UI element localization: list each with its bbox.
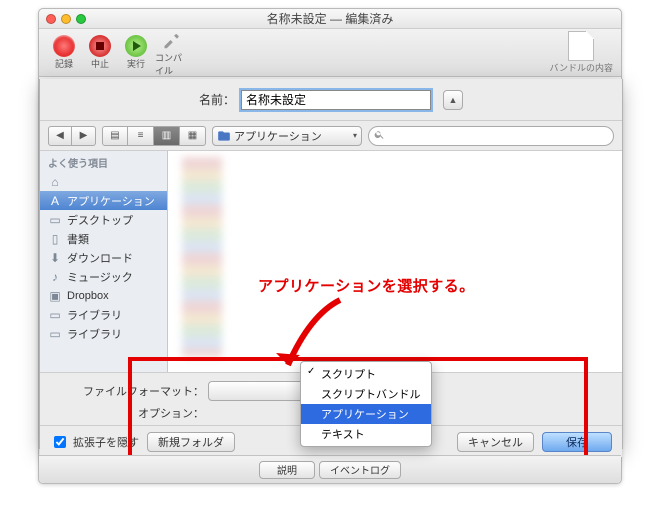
minimize-icon[interactable] — [61, 14, 71, 24]
folder-icon — [217, 129, 231, 143]
eventlog-button[interactable]: イベントログ — [319, 461, 401, 479]
download-icon: ⬇ — [48, 251, 62, 265]
hide-extension-input[interactable] — [54, 436, 66, 448]
file-format-menu: スクリプト スクリプトバンドル アプリケーション テキスト — [300, 361, 432, 447]
view-list-button[interactable]: ≡ — [128, 126, 154, 146]
home-icon: ⌂ — [48, 175, 62, 189]
new-folder-button[interactable]: 新規フォルダ — [147, 432, 235, 452]
hide-extension-checkbox[interactable]: 拡張子を隠す — [50, 433, 139, 451]
name-row: 名前： ▲ — [40, 79, 622, 121]
status-bar: 説明 イベントログ — [39, 455, 621, 483]
sidebar-item-music[interactable]: ♪ミュージック — [40, 267, 167, 286]
options-label: オプション： — [96, 405, 204, 421]
view-coverflow-button[interactable]: ▦ — [180, 126, 206, 146]
bundle-contents-button[interactable]: バンドルの内容 — [550, 31, 613, 74]
sidebar-item-dropbox[interactable]: ▣Dropbox — [40, 286, 167, 305]
view-switcher: ▤ ≡ ▥ ▦ — [102, 126, 206, 146]
name-label: 名前： — [199, 91, 235, 108]
sidebar-item-desktop[interactable]: ▭デスクトップ — [40, 210, 167, 229]
stop-button[interactable]: 中止 — [83, 35, 117, 70]
blurred-content — [182, 157, 222, 357]
document-icon — [568, 31, 594, 61]
sidebar-item-applications[interactable]: Aアプリケーション — [40, 191, 167, 210]
hammer-icon — [161, 29, 183, 51]
sidebar-item-user[interactable]: ⌂ — [40, 172, 167, 191]
run-button[interactable]: 実行 — [119, 35, 153, 70]
sidebar-item-library[interactable]: ▭ライブラリ — [40, 305, 167, 324]
documents-icon: ▯ — [48, 232, 62, 246]
desktop-icon: ▭ — [48, 213, 62, 227]
disclosure-button[interactable]: ▲ — [443, 90, 463, 110]
path-row: ◀ ▶ ▤ ≡ ▥ ▦ アプリケーション ▾ — [40, 121, 622, 151]
location-popup[interactable]: アプリケーション ▾ — [212, 126, 362, 146]
traffic-lights — [46, 14, 86, 24]
nav-back-forward: ◀ ▶ — [48, 126, 96, 146]
file-format-label: ファイルフォーマット： — [83, 383, 204, 399]
record-button[interactable]: 記録 — [47, 35, 81, 70]
dropbox-icon: ▣ — [48, 289, 62, 303]
sidebar: よく使う項目 ⌂ Aアプリケーション ▭デスクトップ ▯書類 ⬇ダウンロード ♪… — [40, 151, 168, 372]
script-editor-window: 名称未設定 — 編集済み 記録 中止 実行 コンパイル バンドルの内容 — [38, 8, 622, 484]
view-icon-button[interactable]: ▤ — [102, 126, 128, 146]
app-icon: A — [48, 194, 62, 208]
save-sheet: 名前： ▲ ◀ ▶ ▤ ≡ ▥ ▦ アプリケーション ▾ — [39, 79, 623, 449]
stop-icon — [89, 35, 111, 57]
view-column-button[interactable]: ▥ — [154, 126, 180, 146]
folder-icon: ▭ — [48, 308, 62, 322]
description-button[interactable]: 説明 — [259, 461, 315, 479]
cancel-button[interactable]: キャンセル — [457, 432, 534, 452]
file-browser: よく使う項目 ⌂ Aアプリケーション ▭デスクトップ ▯書類 ⬇ダウンロード ♪… — [40, 151, 622, 373]
forward-button[interactable]: ▶ — [72, 126, 96, 146]
sidebar-header: よく使う項目 — [40, 151, 167, 172]
search-icon — [374, 129, 385, 143]
sidebar-item-library2[interactable]: ▭ライブラリ — [40, 324, 167, 343]
play-icon — [125, 35, 147, 57]
menu-item-application[interactable]: アプリケーション — [301, 404, 431, 424]
app-toolbar: 記録 中止 実行 コンパイル バンドルの内容 — [39, 29, 621, 77]
menu-item-script[interactable]: スクリプト — [301, 364, 431, 384]
close-icon[interactable] — [46, 14, 56, 24]
back-button[interactable]: ◀ — [48, 126, 72, 146]
sidebar-item-downloads[interactable]: ⬇ダウンロード — [40, 248, 167, 267]
search-input[interactable] — [368, 126, 614, 146]
name-input[interactable] — [241, 90, 431, 110]
record-icon — [53, 35, 75, 57]
titlebar: 名称未設定 — 編集済み — [39, 9, 621, 29]
zoom-icon[interactable] — [76, 14, 86, 24]
save-button[interactable]: 保存 — [542, 432, 612, 452]
music-icon: ♪ — [48, 270, 62, 284]
menu-item-script-bundle[interactable]: スクリプトバンドル — [301, 384, 431, 404]
column-view[interactable] — [168, 151, 622, 372]
sidebar-item-documents[interactable]: ▯書類 — [40, 229, 167, 248]
compile-button[interactable]: コンパイル — [155, 29, 189, 77]
chevron-down-icon: ▾ — [353, 131, 357, 140]
menu-item-text[interactable]: テキスト — [301, 424, 431, 444]
folder-icon: ▭ — [48, 327, 62, 341]
window-title: 名称未設定 — 編集済み — [267, 12, 394, 26]
